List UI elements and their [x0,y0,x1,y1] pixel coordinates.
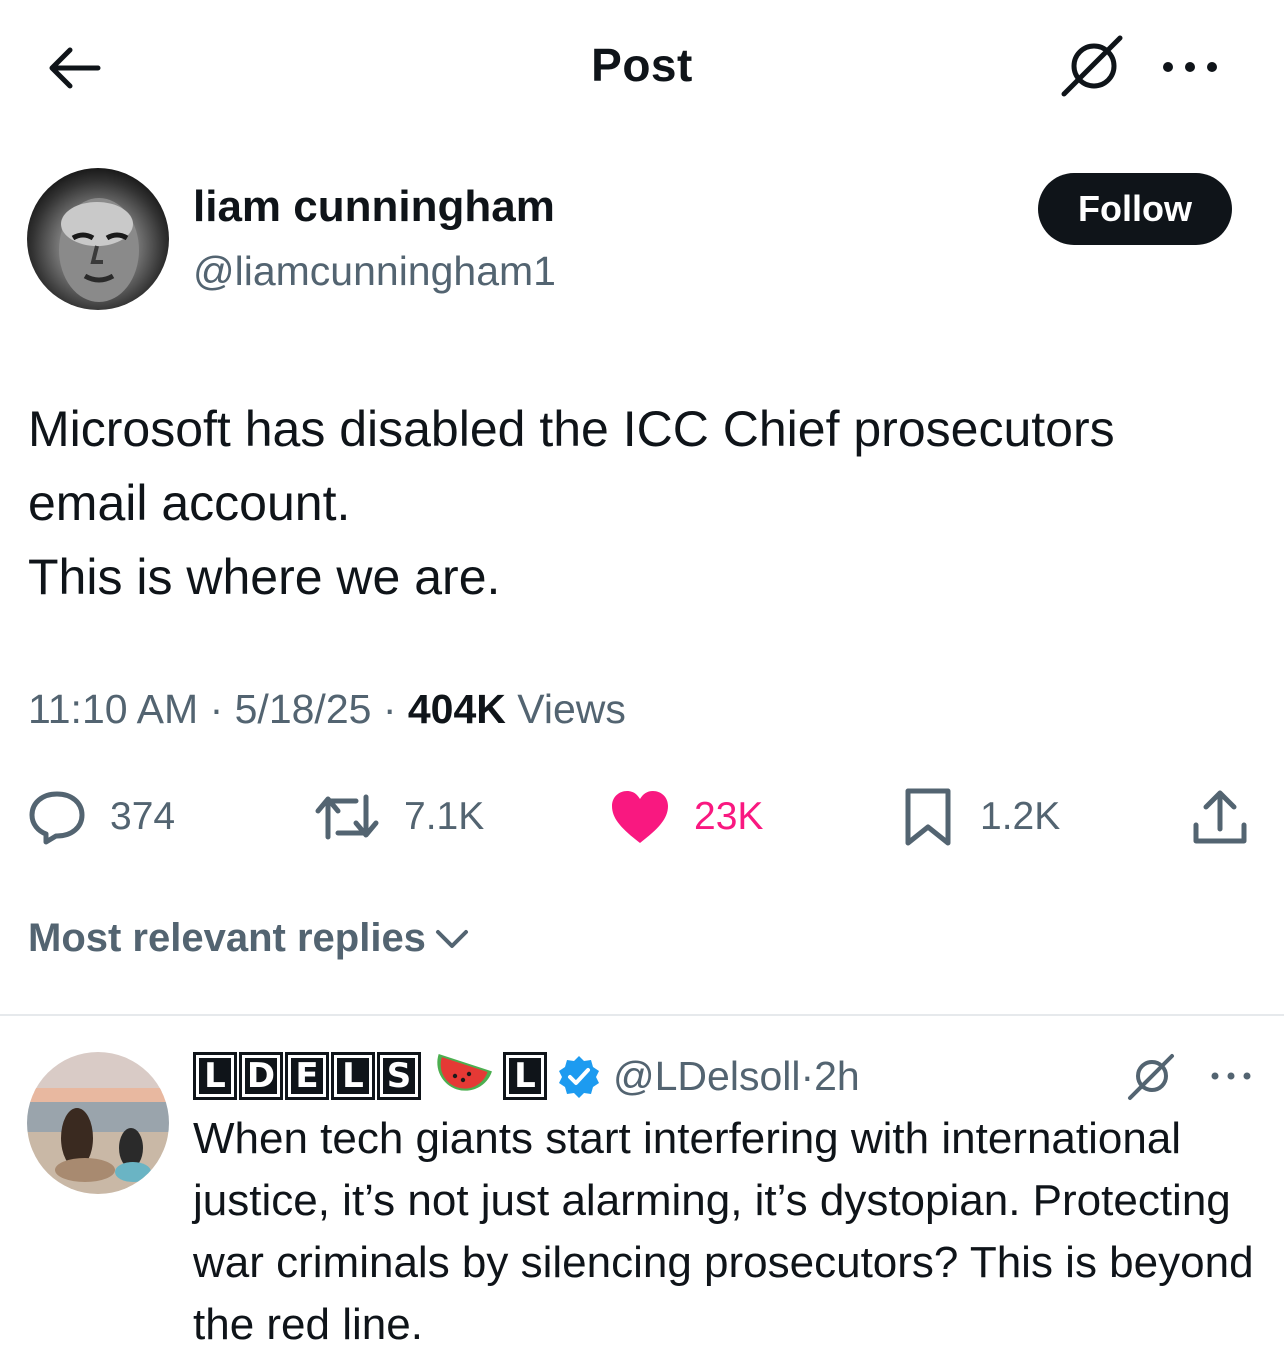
reply-handle[interactable]: @LDelsoll [613,1053,800,1100]
reply-avatar[interactable] [27,1052,169,1194]
follow-button[interactable]: Follow [1038,173,1232,245]
name-letter[interactable]: S [377,1052,421,1100]
more-icon [1211,1072,1251,1080]
grok-icon [1128,1054,1174,1100]
post-time[interactable]: 11:10 AM [28,686,198,732]
reply-grok-button[interactable] [1126,1052,1176,1102]
reply-text: When tech giants start interfering with … [193,1114,1254,1349]
bookmark-icon [905,788,951,846]
bookmark-button[interactable]: 1.2K [898,780,1060,854]
name-letter[interactable]: L [503,1052,547,1100]
post-date[interactable]: 5/18/25 [235,686,372,732]
name-letter[interactable]: L [193,1052,237,1100]
views-label: Views [505,686,626,732]
like-button[interactable]: 23K [608,780,763,854]
grok-button[interactable] [1058,34,1128,98]
grok-icon [1061,35,1123,97]
reply-avatar-image [27,1052,169,1194]
author-handle[interactable]: @liamcunningham1 [193,248,556,295]
more-icon [1163,62,1217,72]
avatar-image [59,198,139,302]
post-text: Microsoft has disabled the ICC Chief pro… [28,392,1258,614]
like-count: 23K [694,795,764,838]
top-bar: Post [0,0,1284,130]
more-options-button[interactable] [1158,52,1222,82]
verified-icon [559,1056,599,1098]
repost-count: 7.1K [404,795,485,838]
replies-sort-dropdown[interactable]: Most relevant replies [28,916,472,961]
share-icon [1193,790,1247,844]
post-meta: 11:10 AM · 5/18/25 · 404K Views [28,686,626,733]
name-letter[interactable]: E [285,1052,329,1100]
repost-button[interactable]: 7.1K [312,780,484,854]
reply-header: L D E L S L @LDelsoll · 2h [193,1046,860,1106]
meta-separator: · [371,686,408,732]
bookmark-count: 1.2K [980,795,1061,838]
name-letter[interactable]: L [331,1052,375,1100]
reply-time[interactable]: 2h [814,1053,860,1100]
chevron-down-icon [435,929,468,948]
reply-separator: · [800,1052,815,1099]
divider [0,1014,1284,1016]
reply-button[interactable]: 374 [26,780,175,854]
watermelon-icon [437,1054,492,1091]
action-bar: 374 7.1K 23K 1.2K [0,780,1284,854]
sort-label: Most relevant replies [28,916,426,960]
reply-more-button[interactable] [1208,1066,1254,1086]
like-icon [612,791,668,843]
meta-separator: · [198,686,235,732]
reply-count: 374 [110,795,176,838]
post-text-line: Microsoft has disabled the ICC Chief pro… [28,401,1115,457]
name-letter[interactable]: D [239,1052,283,1100]
views-count[interactable]: 404K [408,686,506,732]
author-name[interactable]: liam cunningham [193,182,555,232]
post-text-line: This is where we are. [28,549,501,605]
post-text-line: email account. [28,475,351,531]
repost-icon [315,794,379,840]
reply-icon [29,791,85,845]
share-button[interactable] [1190,780,1250,854]
author-avatar[interactable] [27,168,169,310]
